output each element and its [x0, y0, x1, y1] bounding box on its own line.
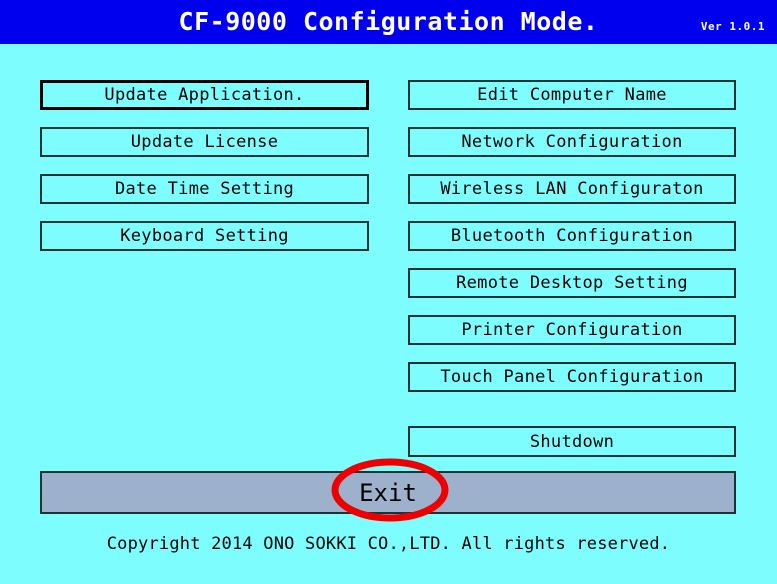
configuration-mode-screen: CF-9000 Configuration Mode. Ver 1.0.1 Up…: [0, 0, 777, 584]
config-button-update-application[interactable]: Update Application.: [40, 80, 369, 110]
config-button-label: Printer Configuration: [461, 320, 683, 340]
config-button-date-time-setting[interactable]: Date Time Setting: [40, 174, 369, 204]
config-button-update-license[interactable]: Update License: [40, 127, 369, 157]
config-button-label: Bluetooth Configuration: [450, 226, 694, 246]
config-button-label: Network Configuration: [461, 132, 683, 152]
config-button-wireless-lan-configuraton[interactable]: Wireless LAN Configuraton: [408, 174, 736, 204]
config-button-network-configuration[interactable]: Network Configuration: [408, 127, 736, 157]
config-button-shutdown[interactable]: Shutdown: [408, 426, 736, 457]
config-button-label: Keyboard Setting: [120, 226, 289, 246]
config-button-edit-computer-name[interactable]: Edit Computer Name: [408, 80, 736, 110]
page-title: CF-9000 Configuration Mode.: [178, 7, 599, 36]
copyright-notice: Copyright 2014 ONO SOKKI CO.,LTD. All ri…: [106, 534, 671, 554]
config-button-keyboard-setting[interactable]: Keyboard Setting: [40, 221, 369, 251]
config-button-remote-desktop-setting[interactable]: Remote Desktop Setting: [408, 268, 736, 298]
config-button-label: Edit Computer Name: [477, 85, 667, 105]
config-button-label: Shutdown: [529, 431, 615, 452]
config-button-label: Wireless LAN Configuraton: [440, 179, 704, 199]
config-button-label: Update Application.: [104, 85, 305, 105]
version-label: Ver 1.0.1: [700, 20, 765, 33]
title-bar: CF-9000 Configuration Mode. Ver 1.0.1: [0, 0, 777, 44]
config-button-label: Remote Desktop Setting: [456, 273, 688, 293]
config-button-label: Touch Panel Configuration: [440, 367, 704, 387]
config-button-label: Date Time Setting: [114, 179, 295, 199]
config-button-touch-panel-configuration[interactable]: Touch Panel Configuration: [408, 362, 736, 392]
config-button-label: Update License: [130, 132, 279, 152]
exit-button[interactable]: Exit: [40, 471, 736, 514]
exit-button-label: Exit: [359, 478, 417, 507]
config-button-printer-configuration[interactable]: Printer Configuration: [408, 315, 736, 345]
config-button-bluetooth-configuration[interactable]: Bluetooth Configuration: [408, 221, 736, 251]
